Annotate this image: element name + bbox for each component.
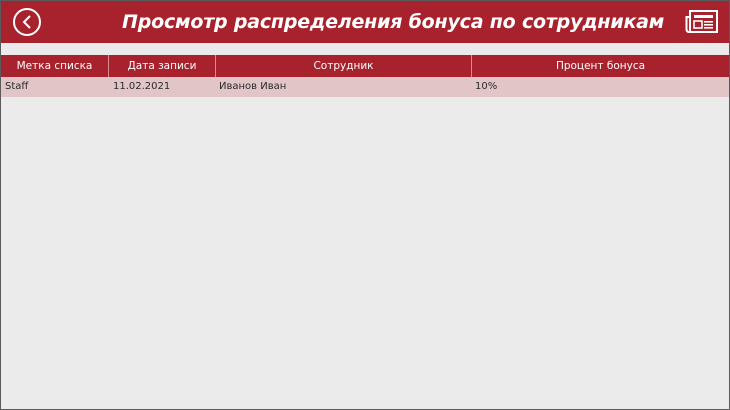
column-header-record-date[interactable]: Дата записи	[109, 55, 216, 77]
cell-record-date: 11.02.2021	[113, 81, 171, 92]
page-title: Просмотр распределения бонуса по сотрудн…	[122, 11, 665, 33]
title-area: Просмотр распределения бонуса по сотрудн…	[121, 1, 665, 43]
back-arrow-icon	[22, 15, 31, 29]
header-bar: Просмотр распределения бонуса по сотрудн…	[1, 1, 729, 43]
column-header-employee[interactable]: Сотрудник	[216, 55, 472, 77]
cell-employee: Иванов Иван	[219, 81, 287, 92]
app-window: Просмотр распределения бонуса по сотрудн…	[0, 0, 730, 410]
header-spacer	[1, 43, 729, 55]
table-header: Метка списка Дата записи Сотрудник Проце…	[1, 55, 729, 77]
table-row[interactable]: Staff 11.02.2021 Иванов Иван 10%	[1, 77, 729, 97]
bonus-table: Метка списка Дата записи Сотрудник Проце…	[1, 55, 729, 97]
cell-list-label: Staff	[5, 81, 29, 92]
column-header-list-label[interactable]: Метка списка	[1, 55, 109, 77]
cell-bonus-percent: 10%	[475, 81, 498, 92]
back-button[interactable]	[13, 8, 41, 36]
column-header-bonus-percent[interactable]: Процент бонуса	[472, 55, 729, 77]
newspaper-icon[interactable]	[685, 9, 719, 35]
